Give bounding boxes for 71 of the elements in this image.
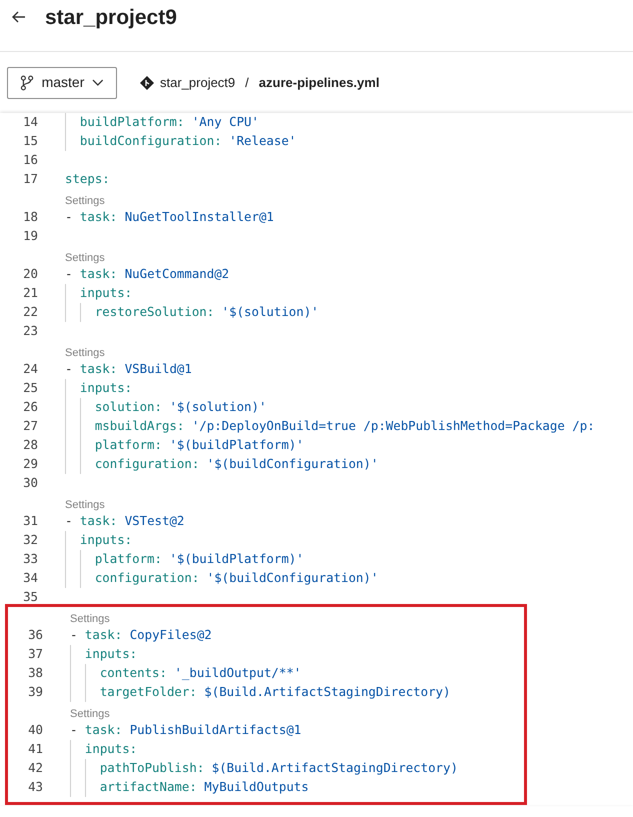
code-line: artifactName: MyBuildOutputs [98, 778, 309, 796]
settings-link[interactable]: Settings [70, 707, 110, 721]
line-number: 17 [22, 170, 38, 188]
chevron-down-icon [92, 78, 104, 86]
file-name: azure-pipelines.yml [258, 74, 380, 92]
settings-link[interactable]: Settings [65, 498, 105, 512]
line-number: 32 [22, 531, 38, 550]
repo-diamond-icon [140, 76, 154, 90]
line-number: 37 [27, 645, 43, 664]
code-line: - task: CopyFiles@2 [70, 626, 212, 644]
code-line: buildPlatform: 'Any CPU' [78, 113, 259, 132]
line-number: 24 [22, 360, 38, 378]
line-number: 27 [22, 417, 38, 436]
line-number: 33 [22, 550, 38, 568]
line-number: 42 [27, 759, 43, 778]
code-line: configuration: '$(buildConfiguration)' [94, 455, 378, 474]
code-line: inputs: [78, 379, 132, 398]
code-line: buildConfiguration: 'Release' [78, 132, 296, 150]
line-number: 26 [22, 398, 38, 416]
code-line: inputs: [84, 740, 138, 758]
line-number: 16 [22, 151, 38, 170]
code-line: - task: NuGetToolInstaller@1 [65, 208, 274, 226]
line-number: 19 [22, 227, 38, 246]
back-arrow-icon [12, 11, 26, 23]
code-line: - task: VSBuild@1 [65, 360, 192, 378]
line-number: 15 [22, 132, 38, 150]
page-title: star_project9 [45, 5, 177, 31]
line-number: 30 [22, 474, 38, 492]
code-line: pathToPublish: $(Build.ArtifactStagingDirectory) [98, 759, 458, 778]
settings-link[interactable]: Settings [70, 612, 110, 626]
line-number: 38 [27, 664, 43, 682]
code-line: solution: '$(solution)' [94, 398, 266, 416]
breadcrumb-separator: / [245, 74, 249, 92]
code-line: inputs: [78, 531, 132, 550]
code-line: - task: PublishBuildArtifacts@1 [70, 721, 302, 740]
code-line: - task: NuGetCommand@2 [65, 265, 230, 284]
line-number: 40 [27, 721, 43, 740]
line-number: 18 [22, 208, 38, 226]
line-number: 29 [22, 455, 38, 474]
line-number: 14 [22, 113, 38, 132]
code-line: contents: '_buildOutput/**' [98, 664, 302, 682]
code-line: platform: '$(buildPlatform)' [94, 550, 304, 568]
line-number: 35 [22, 588, 38, 606]
back-button[interactable] [11, 9, 27, 25]
code-line: inputs: [84, 645, 138, 664]
line-number: 22 [22, 303, 38, 322]
line-number: 28 [22, 436, 38, 454]
code-line: - task: VSTest@2 [65, 512, 184, 530]
line-number: 20 [22, 265, 38, 284]
code-line: configuration: '$(buildConfiguration)' [94, 569, 378, 588]
code-line: restoreSolution: '$(solution)' [94, 303, 319, 322]
code-line: platform: '$(buildPlatform)' [94, 436, 304, 454]
line-number: 31 [22, 512, 38, 530]
code-line: msbuildArgs: '/p:DeployOnBuild=true /p:WebPublishMethod=Package /p: [94, 417, 595, 436]
line-number: 36 [27, 626, 43, 644]
line-number: 25 [22, 379, 38, 398]
repo-link[interactable]: star_project9 [160, 72, 236, 92]
code-line: inputs: [78, 284, 132, 302]
branch-icon [20, 74, 34, 90]
line-number: 43 [27, 778, 43, 796]
code-line: targetFolder: $(Build.ArtifactStagingDirectory) [98, 683, 450, 702]
line-number: 34 [22, 569, 38, 588]
line-number: 41 [27, 740, 43, 758]
branch-dropdown[interactable]: master [7, 66, 117, 98]
settings-link[interactable]: Settings [65, 346, 105, 360]
line-number: 39 [27, 683, 43, 702]
line-number: 23 [22, 322, 38, 340]
code-line: steps: [65, 170, 110, 188]
settings-link[interactable]: Settings [65, 194, 105, 208]
settings-link[interactable]: Settings [65, 251, 105, 265]
line-number: 21 [22, 284, 38, 302]
